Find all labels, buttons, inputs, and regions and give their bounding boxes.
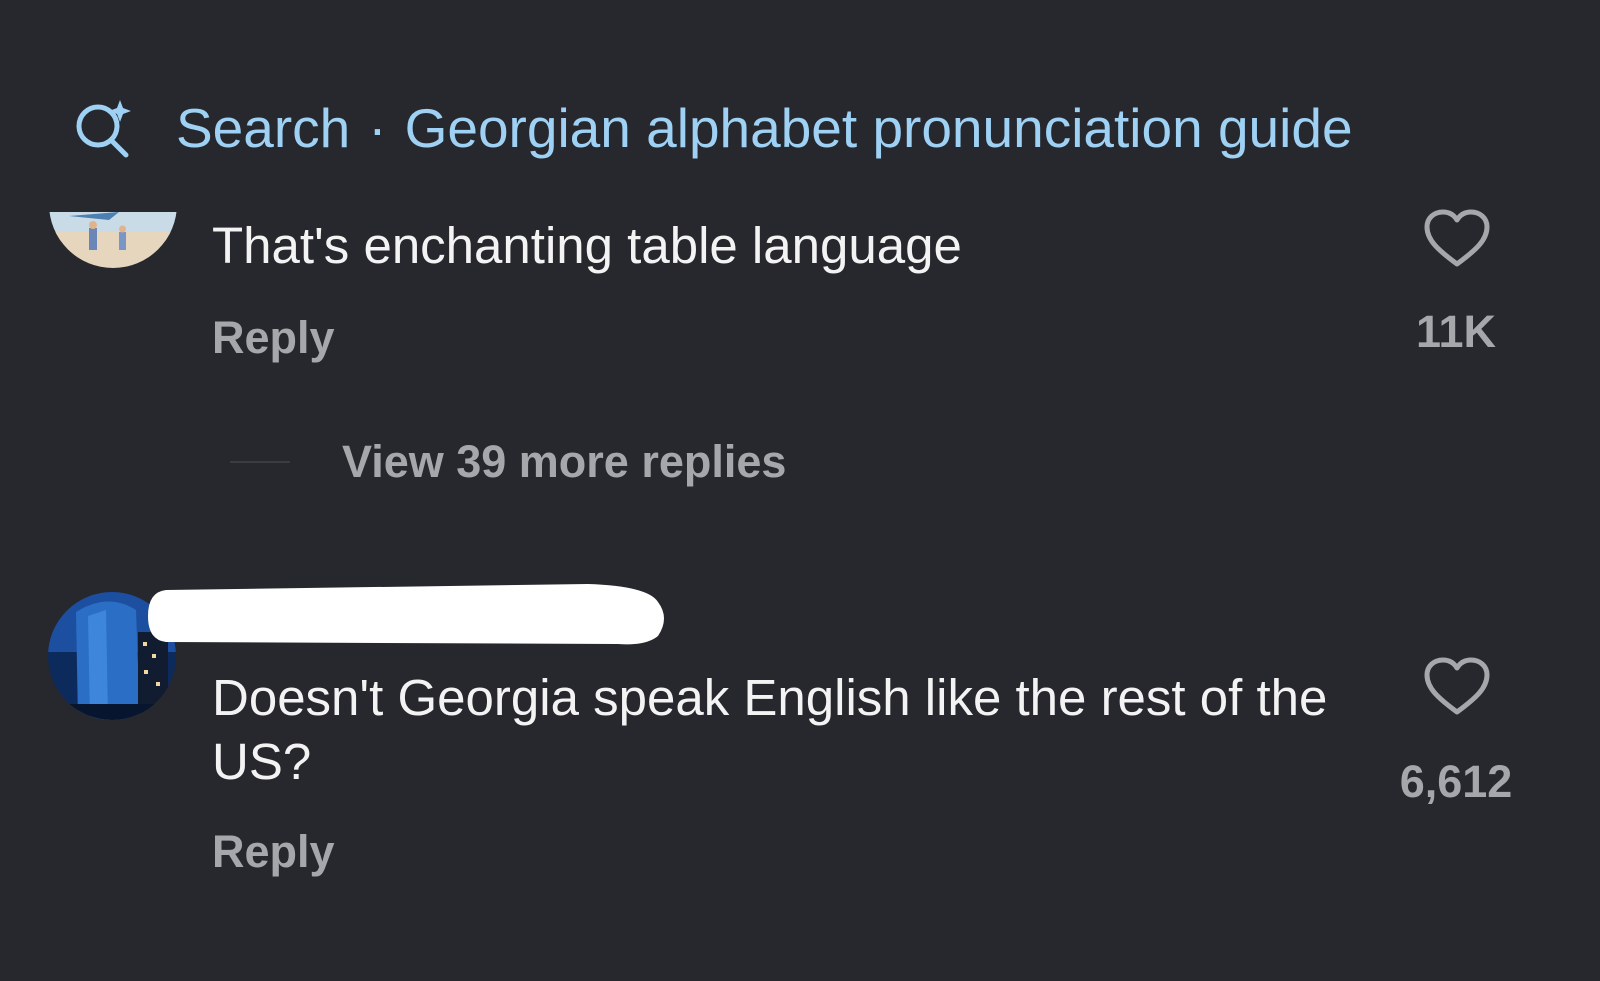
search-label: Search: [176, 97, 351, 159]
thread-line: [230, 461, 290, 463]
heart-icon[interactable]: [1422, 208, 1492, 270]
beach-photo-avatar-image: [49, 212, 177, 268]
search-suggestion[interactable]: Search · Georgian alphabet pronunciation…: [72, 88, 1353, 168]
heart-icon[interactable]: [1422, 656, 1492, 718]
search-query: Georgian alphabet pronunciation guide: [404, 97, 1353, 159]
view-more-replies-button[interactable]: View 39 more replies: [230, 436, 786, 488]
comment-text: Doesn't Georgia speak English like the r…: [212, 669, 1328, 790]
avatar[interactable]: [49, 140, 177, 268]
reply-button[interactable]: Reply: [212, 826, 335, 878]
like-count: 6,612: [1399, 756, 1513, 807]
username-redaction: [148, 584, 664, 645]
comments-panel: Search · Georgian alphabet pronunciation…: [0, 0, 1600, 981]
view-replies-label: View 39 more replies: [342, 436, 787, 487]
comment-text: That's enchanting table language: [212, 217, 962, 274]
reply-button[interactable]: Reply: [212, 312, 335, 364]
like-count: 11K: [1415, 306, 1497, 357]
search-separator: ·: [368, 97, 387, 159]
